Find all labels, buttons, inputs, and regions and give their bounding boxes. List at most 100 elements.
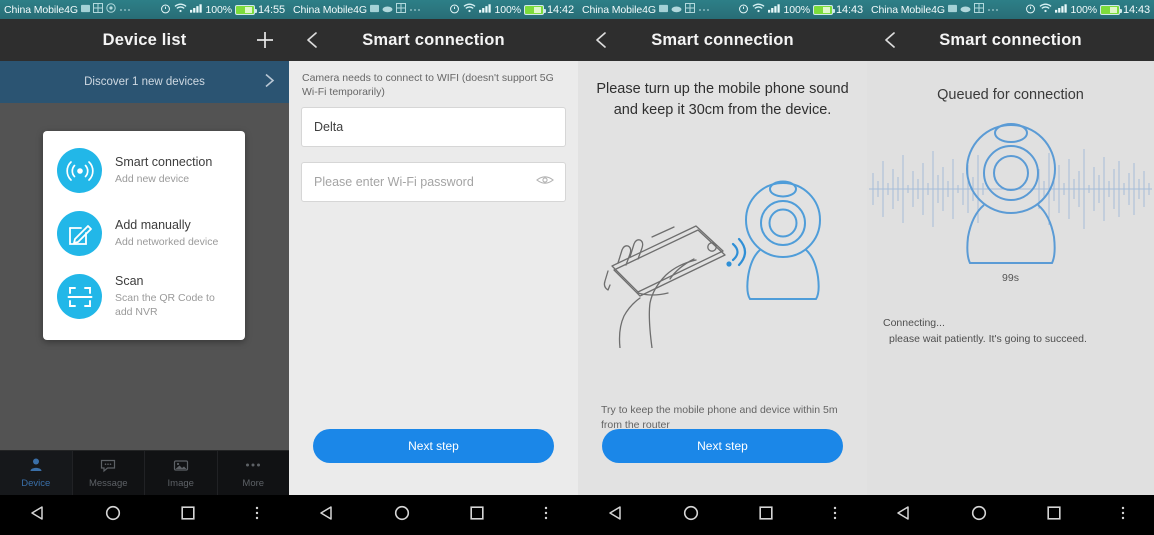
more-dots-icon [244, 457, 262, 476]
wifi-setup-body: Camera needs to connect to WIFI (doesn't… [289, 61, 578, 495]
photo-icon [173, 457, 189, 476]
connection-status: Connecting... please wait patiently. It'… [883, 315, 1142, 347]
more-dots-icon [409, 4, 421, 16]
nav-menu-icon[interactable] [1120, 504, 1126, 527]
phone-screen-sound-pairing: China Mobile4G 100% 14:43 Smart connecti… [578, 0, 867, 535]
carrier-label: China Mobile4G [293, 3, 367, 16]
app-bar-smart-connection: Smart connection [867, 19, 1154, 61]
clock-label: 14:43 [835, 3, 863, 16]
back-button[interactable] [881, 30, 901, 50]
menu-item-subtitle: Scan the QR Code to add NVR [115, 292, 215, 318]
back-button[interactable] [303, 30, 323, 50]
cloud-icon [671, 4, 682, 16]
wifi-icon [463, 3, 476, 16]
person-icon [28, 457, 44, 476]
wifi-signal-icon [57, 148, 102, 193]
battery-icon [234, 4, 257, 15]
nav-recents-icon[interactable] [179, 504, 197, 527]
alarm-icon [160, 3, 171, 17]
wifi-icon [1039, 3, 1052, 16]
signal-icon [478, 3, 492, 16]
menu-item-smart-connection[interactable]: Smart connection Add new device [43, 139, 245, 202]
nav-recents-icon[interactable] [1045, 504, 1063, 527]
menu-item-title: Add manually [115, 218, 191, 232]
status-bar: China Mobile4G [0, 0, 289, 19]
android-nav-bar [0, 495, 289, 535]
queued-heading: Queued for connection [937, 87, 1084, 103]
nav-back-icon[interactable] [895, 504, 913, 527]
nav-menu-icon[interactable] [543, 504, 549, 527]
battery-icon [523, 4, 546, 15]
nav-recents-icon[interactable] [468, 504, 486, 527]
tab-message[interactable]: Message [73, 451, 145, 495]
menu-item-subtitle: Add networked device [115, 236, 219, 248]
password-placeholder: Please enter Wi-Fi password [314, 175, 474, 189]
clock-label: 14:43 [1122, 3, 1150, 16]
clock-label: 14:55 [257, 3, 285, 16]
phone-screen-wifi-setup: China Mobile4G 100% 14:42 Smart connecti… [289, 0, 578, 535]
nav-back-icon[interactable] [318, 504, 336, 527]
alarm-icon [738, 3, 749, 17]
battery-percent-label: 100% [494, 3, 522, 16]
tab-label: More [242, 478, 265, 489]
nav-home-icon[interactable] [393, 504, 411, 527]
menu-item-add-manually[interactable]: Add manually Add networked device [43, 202, 245, 265]
app-bar-smart-connection: Smart connection [289, 19, 578, 61]
discover-banner[interactable]: Discover 1 new devices [0, 61, 289, 103]
password-field[interactable]: Please enter Wi-Fi password [301, 162, 566, 202]
next-step-button[interactable]: Next step [602, 429, 843, 463]
battery-icon [812, 4, 835, 15]
nav-home-icon[interactable] [104, 504, 122, 527]
discover-banner-label: Discover 1 new devices [84, 76, 205, 88]
grid-icon [92, 3, 103, 16]
carrier-label: China Mobile4G [871, 3, 945, 16]
menu-item-scan[interactable]: Scan Scan the QR Code to add NVR [43, 265, 245, 328]
eye-icon[interactable] [536, 173, 554, 191]
alarm-icon [449, 3, 460, 17]
qr-scan-icon [57, 274, 102, 319]
signal-icon [189, 3, 203, 16]
tab-device[interactable]: Device [0, 451, 73, 495]
countdown-timer: 99s [1002, 272, 1019, 284]
next-step-button[interactable]: Next step [313, 429, 554, 463]
app-bar-smart-connection: Smart connection [578, 19, 867, 61]
connecting-body: Queued for connection 99s Connecting... … [867, 61, 1154, 495]
nav-menu-icon[interactable] [832, 504, 838, 527]
nav-menu-icon[interactable] [254, 504, 260, 527]
page-title: Device list [102, 30, 187, 49]
wifi-icon [752, 3, 765, 16]
menu-item-title: Scan [115, 274, 144, 288]
android-nav-bar [578, 495, 867, 535]
add-device-button[interactable] [255, 30, 275, 50]
grid-icon [973, 3, 984, 16]
device-list-body: Smart connection Add new device Add manu… [0, 103, 289, 450]
message-icon [658, 4, 668, 16]
alarm-icon [1025, 3, 1036, 17]
app-bar-device-list: Device list [0, 19, 289, 61]
status-bar: China Mobile4G [289, 0, 578, 19]
nav-recents-icon[interactable] [757, 504, 775, 527]
hand-holding-phone-and-camera-icon [578, 153, 867, 349]
tab-more[interactable]: More [218, 451, 290, 495]
screenshot-row: China Mobile4G 100% 14:55 Device list Di… [0, 0, 1154, 535]
nav-home-icon[interactable] [970, 504, 988, 527]
battery-icon [1099, 4, 1122, 15]
add-device-card: Smart connection Add new device Add manu… [43, 131, 245, 340]
message-icon [80, 4, 90, 16]
nav-back-icon[interactable] [29, 504, 47, 527]
nav-home-icon[interactable] [682, 504, 700, 527]
status-bar: China Mobile4G [867, 0, 1154, 19]
cloud-icon [382, 4, 393, 16]
ssid-field[interactable]: Delta [301, 107, 566, 147]
nav-back-icon[interactable] [607, 504, 625, 527]
phone-screen-device-list: China Mobile4G 100% 14:55 Device list Di… [0, 0, 289, 535]
grid-icon [395, 3, 406, 16]
back-button[interactable] [592, 30, 612, 50]
sound-pairing-body: Please turn up the mobile phone sound an… [578, 61, 867, 495]
page-title: Smart connection [939, 30, 1082, 49]
camera-with-waveform-icon [867, 111, 1154, 296]
android-nav-bar [867, 495, 1154, 535]
chevron-right-icon [264, 73, 275, 92]
status-line-1: Connecting... [883, 317, 945, 329]
tab-image[interactable]: Image [145, 451, 218, 495]
